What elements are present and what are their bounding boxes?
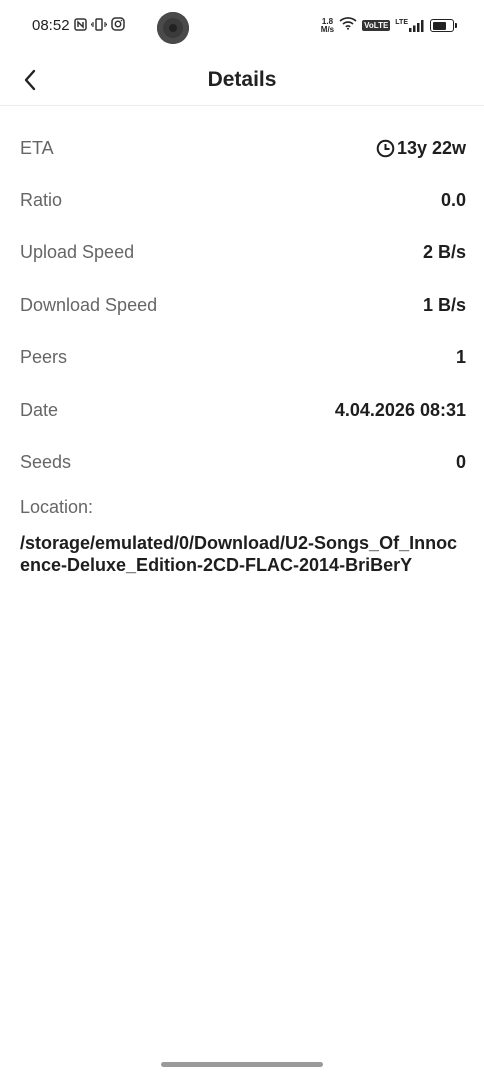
status-left: 08:52 [32,17,125,34]
home-indicator[interactable] [161,1062,323,1067]
app-bar: Details [0,56,484,106]
upload-speed-value: 2 B/s [422,242,466,263]
peers-value: 1 [455,347,466,368]
wifi-icon [339,16,357,35]
ratio-value: 0.0 [440,190,466,211]
volte-badge: VoLTE [362,20,391,31]
detail-row-peers: Peers 1 [20,332,466,384]
battery-level [432,21,446,30]
detail-row-download-speed: Download Speed 1 B/s [20,279,466,331]
signal-icon: LTE [395,19,425,32]
eta-value-group: 13y 22w [376,138,466,159]
vibrate-icon [90,17,107,34]
instagram-icon [110,17,125,34]
lte-label: LTE [395,19,408,26]
clock-icon [376,139,395,157]
eta-value: 13y 22w [396,137,466,158]
download-speed-label: Download Speed [20,294,158,315]
ratio-label: Ratio [20,190,63,211]
details-list: ETA 13y 22w Ratio 0.0 Upload Speed 2 B/s… [20,122,466,576]
date-label: Date [20,399,59,420]
location-value: /storage/emulated/0/Download/U2-Songs_Of… [20,532,458,575]
detail-row-upload-speed: Upload Speed 2 B/s [20,227,466,279]
status-bar: 08:52 1.8 M/s VoLTE LTE [0,0,484,56]
front-camera [157,12,189,44]
detail-row-ratio: Ratio 0.0 [20,174,466,226]
peers-label: Peers [20,347,68,368]
detail-row-seeds: Seeds 0 [20,436,466,488]
location-label: Location: [20,496,94,517]
page-title: Details [207,68,277,91]
detail-row-date: Date 4.04.2026 08:31 [20,384,466,436]
detail-row-eta: ETA 13y 22w [20,122,466,174]
upload-speed-label: Upload Speed [20,242,135,263]
network-speed: 1.8 M/s [320,17,335,34]
status-right: 1.8 M/s VoLTE LTE [320,16,457,35]
nfc-icon [73,17,87,34]
status-time: 08:52 [32,17,70,34]
seeds-label: Seeds [20,452,72,473]
eta-label: ETA [20,137,54,158]
network-speed-unit: M/s [320,24,335,34]
download-speed-value: 1 B/s [422,294,466,315]
battery-icon [430,19,457,32]
seeds-value: 0 [455,452,466,473]
date-value: 4.04.2026 08:31 [334,399,466,420]
